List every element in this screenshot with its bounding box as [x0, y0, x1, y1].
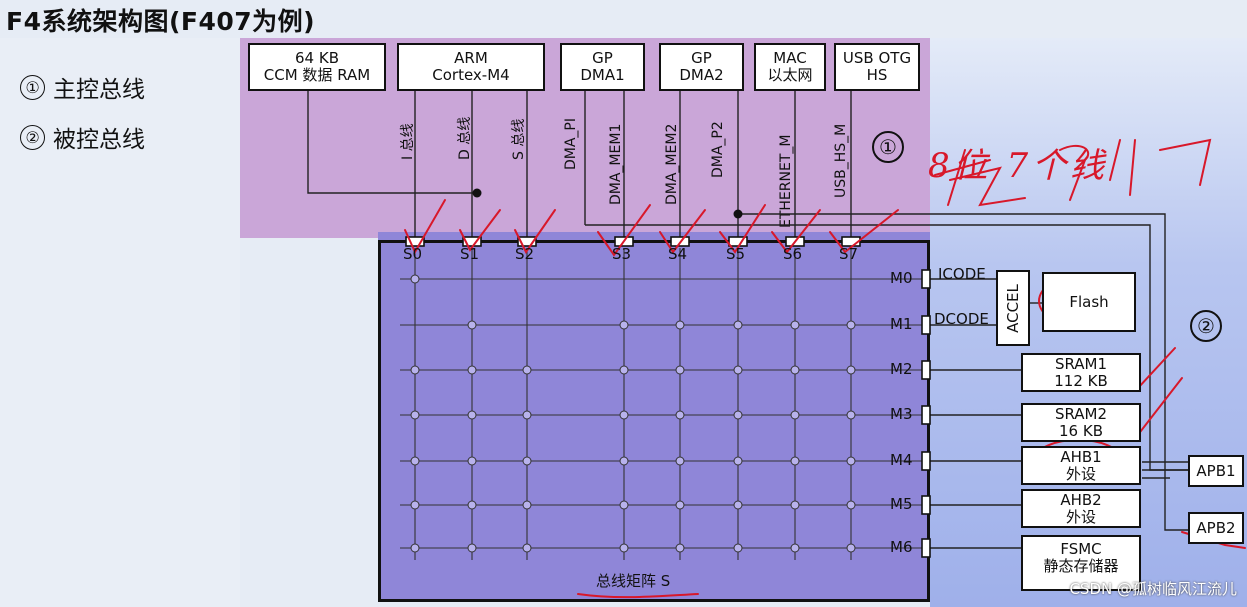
fsmc-description: 静态存储器 — [1043, 557, 1119, 575]
sram1-label: SRAM1 — [1054, 354, 1108, 373]
ahb2-box: AHB2 外设 — [1021, 489, 1141, 528]
ahb1-peripheral: 外设 — [1065, 464, 1096, 483]
master-port-m6: M6 — [890, 538, 913, 556]
ahb1-label: AHB1 — [1060, 447, 1102, 466]
bus-matrix-label: 总线矩阵 S — [596, 572, 671, 590]
master-port-m1: M1 — [890, 315, 913, 333]
slave-port-s5: S5 — [726, 245, 746, 263]
slave-port-s2: S2 — [515, 245, 535, 263]
apb1-label: APB1 — [1196, 461, 1236, 480]
slave-port-s3: S3 — [612, 245, 632, 263]
master-port-m4: M4 — [890, 451, 913, 469]
apb2-box: APB2 — [1188, 512, 1244, 544]
icode-label: ICODE — [938, 265, 986, 283]
apb1-box: APB1 — [1188, 455, 1244, 487]
sram2-size: 16 KB — [1059, 421, 1103, 440]
ahb2-peripheral: 外设 — [1065, 507, 1096, 526]
handwritten-note: 8位 7个线 — [928, 146, 1109, 186]
slave-bus-marker: ② — [1190, 310, 1222, 342]
dcode-label: DCODE — [934, 310, 989, 328]
master-port-m3: M3 — [890, 405, 913, 423]
ahb1-box: AHB1 外设 — [1021, 446, 1141, 485]
slave-port-s4: S4 — [668, 245, 688, 263]
sram2-label: SRAM2 — [1054, 404, 1108, 423]
flash-box: Flash — [1042, 272, 1136, 332]
fsmc-label: FSMC — [1060, 540, 1102, 558]
master-port-m2: M2 — [890, 360, 913, 378]
slave-port-s1: S1 — [460, 245, 480, 263]
slave-port-s0: S0 — [403, 245, 423, 263]
sram2-box: SRAM2 16 KB — [1021, 403, 1141, 442]
accel-label: ACCEL — [1003, 283, 1022, 333]
slave-port-s6: S6 — [783, 245, 803, 263]
slave-port-s7: S7 — [839, 245, 859, 263]
flash-label: Flash — [1069, 292, 1109, 311]
master-port-m0: M0 — [890, 269, 913, 287]
sram1-size: 112 KB — [1054, 371, 1108, 390]
watermark: CSDN @孤树临风江流儿 — [1069, 580, 1237, 598]
master-port-m5: M5 — [890, 495, 913, 513]
accel-box: ACCEL — [996, 270, 1030, 346]
apb2-label: APB2 — [1196, 518, 1236, 537]
ahb2-label: AHB2 — [1060, 490, 1102, 509]
sram1-box: SRAM1 112 KB — [1021, 353, 1141, 392]
